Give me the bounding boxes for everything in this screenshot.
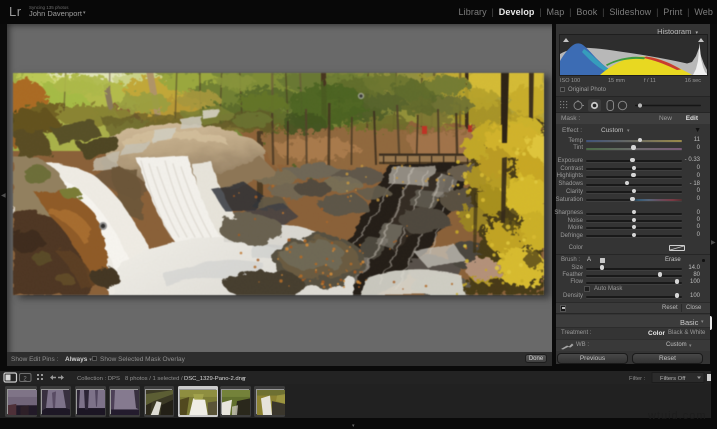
svg-text:8 photos / 1 selected /: 8 photos / 1 selected /	[125, 376, 183, 382]
svg-text:DSC_1329-Pano-2.dng: DSC_1329-Pano-2.dng	[184, 376, 245, 382]
svg-text:Filter :: Filter :	[629, 376, 646, 382]
svg-text:Collection : DPS: Collection : DPS	[77, 376, 120, 382]
svg-text:Filters Off: Filters Off	[660, 376, 686, 382]
